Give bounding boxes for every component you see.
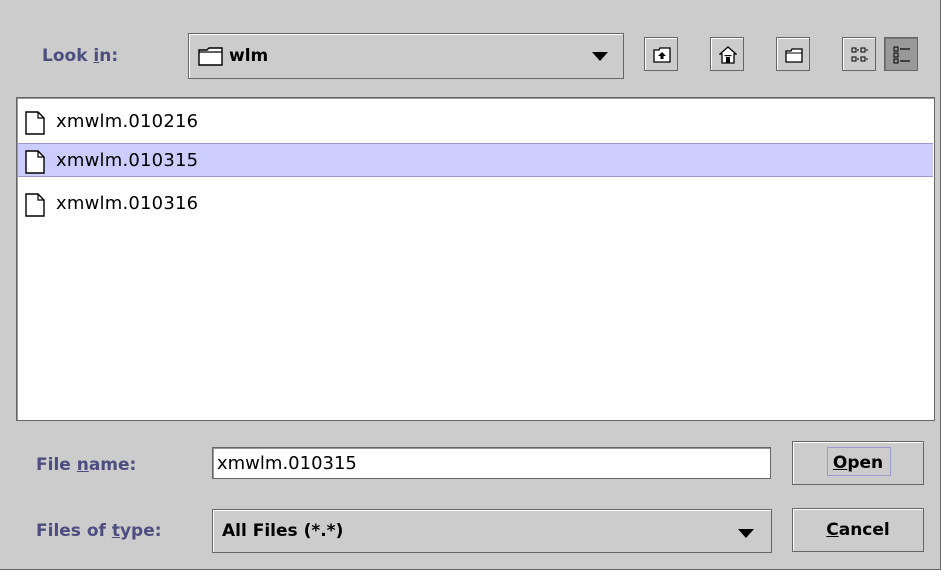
file-list[interactable]: xmwlm.010216 xmwlm.010315 xmwlm.010316	[16, 97, 935, 421]
details-view-button[interactable]	[884, 37, 918, 71]
look-in-value: wlm	[229, 46, 269, 66]
file-list-item[interactable]: xmwlm.010315	[18, 143, 933, 177]
home-icon	[719, 46, 737, 64]
list-view-button[interactable]	[842, 37, 876, 71]
file-icon	[25, 150, 45, 174]
files-of-type-value: All Files (*.*)	[222, 521, 344, 541]
file-name-label: xmwlm.010315	[56, 150, 199, 171]
file-name-label: File name:	[36, 455, 137, 475]
file-list-item[interactable]: xmwlm.010316	[18, 187, 933, 221]
file-name-input[interactable]	[212, 447, 771, 479]
folder-icon	[198, 47, 223, 66]
up-one-level-icon	[653, 47, 671, 63]
file-icon	[25, 111, 45, 135]
file-list-item[interactable]: xmwlm.010216	[18, 105, 933, 139]
file-name-label: xmwlm.010216	[56, 111, 199, 132]
new-folder-button[interactable]	[776, 37, 810, 71]
list-view-icon	[851, 47, 868, 62]
file-icon	[25, 193, 45, 217]
cancel-button[interactable]: Cancel	[792, 508, 924, 552]
files-of-type-dropdown-arrow-icon[interactable]	[738, 529, 754, 538]
cancel-button-label: Cancel	[826, 520, 890, 540]
file-name-label: xmwlm.010316	[56, 193, 199, 214]
open-button-label: Open	[832, 453, 884, 473]
open-button[interactable]: Open	[792, 441, 924, 485]
details-view-icon	[893, 46, 910, 64]
up-one-level-button[interactable]	[644, 37, 678, 71]
new-folder-icon	[785, 48, 803, 63]
look-in-dropdown-arrow-icon[interactable]	[592, 52, 608, 61]
look-in-combo[interactable]: wlm	[188, 33, 624, 79]
files-of-type-label: Files of type:	[36, 521, 162, 541]
look-in-label: Look in:	[42, 46, 119, 66]
home-button[interactable]	[710, 37, 744, 71]
file-chooser-dialog: Look in: wlm xmwlm.010216 xmwlm.010315 x…	[0, 0, 941, 570]
files-of-type-combo[interactable]: All Files (*.*)	[212, 509, 772, 553]
